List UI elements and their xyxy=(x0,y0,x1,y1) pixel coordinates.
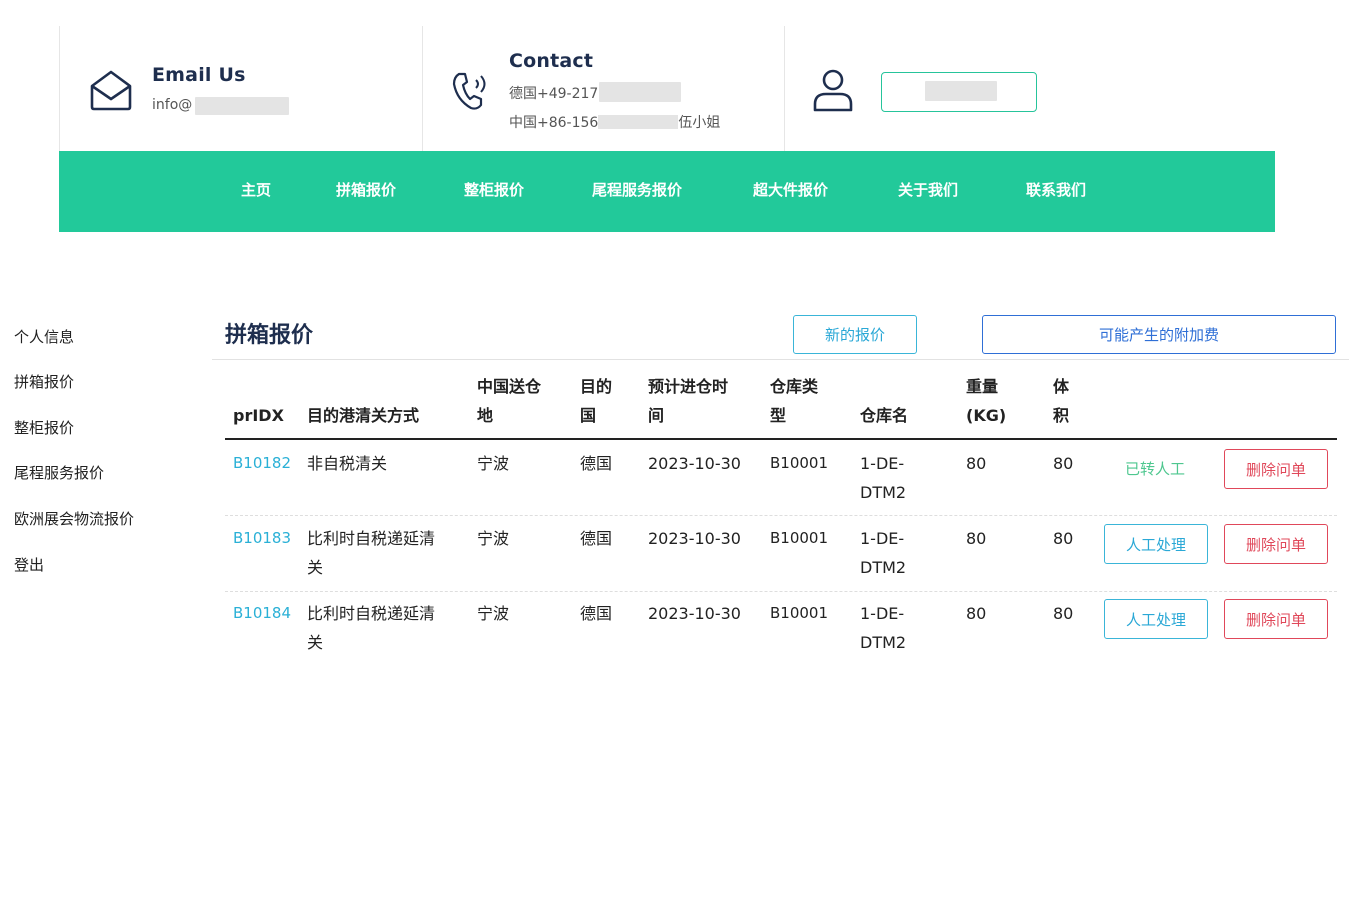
col-header-pridx: prIDX xyxy=(233,406,284,425)
surcharge-button[interactable]: 可能产生的附加费 xyxy=(982,315,1336,354)
user-block xyxy=(784,26,1275,151)
row-volume: 80 xyxy=(1053,529,1074,548)
sidebar-item-last-mile-quote[interactable]: 尾程服务报价 xyxy=(14,462,104,483)
row-warehouse-name: 1-DE- DTM2 xyxy=(860,454,907,502)
email-title: Email Us xyxy=(152,64,246,86)
col-header-warehouse-type: 仓库类型 xyxy=(770,377,819,425)
contact-phone-de: 德国+49-217 xyxy=(509,86,599,102)
sidebar-item-fcl-quote[interactable]: 整柜报价 xyxy=(14,417,74,438)
row-origin: 宁波 xyxy=(477,604,510,623)
contact-phone-cn: 中国+86-156 伍小姐 xyxy=(509,115,721,131)
account-button[interactable] xyxy=(881,72,1037,112)
col-header-warehouse-name: 仓库名 xyxy=(860,406,909,425)
row-eta: 2023-10-30 xyxy=(648,529,741,548)
main-nav: 主页 拼箱报价 整柜报价 尾程服务报价 超大件报价 关于我们 联系我们 xyxy=(59,151,1275,232)
nav-lcl-quote[interactable]: 拼箱报价 xyxy=(336,179,396,200)
email-address: info@ xyxy=(152,97,193,113)
col-header-volume: 体积 xyxy=(1053,377,1070,425)
phone-ringing-icon xyxy=(452,72,486,110)
row-warehouse-name: 1-DE- DTM2 xyxy=(860,604,907,652)
col-header-origin: 中国送仓地 xyxy=(477,377,542,425)
redacted-username xyxy=(925,81,997,101)
new-quote-button[interactable]: 新的报价 xyxy=(793,315,917,354)
row-volume: 80 xyxy=(1053,604,1074,623)
col-header-weight: 重量 (KG) xyxy=(966,377,1007,425)
manual-processing-button[interactable]: 人工处理 xyxy=(1104,599,1208,639)
redacted-email xyxy=(195,97,289,115)
col-header-destination: 目的国 xyxy=(580,377,613,425)
row-destination: 德国 xyxy=(580,529,613,548)
title-divider xyxy=(212,359,1349,360)
row-weight: 80 xyxy=(966,604,987,623)
row-divider xyxy=(225,515,1337,516)
row-clearance: 非自税清关 xyxy=(307,454,388,473)
row-warehouse-type: B10001 xyxy=(770,604,829,622)
row-clearance: 比利时自税递延清关 xyxy=(307,529,436,577)
row-pridx-link[interactable]: B10182 xyxy=(233,449,291,478)
row-destination: 德国 xyxy=(580,454,613,473)
sidebar-item-logout[interactable]: 登出 xyxy=(14,554,44,575)
row-weight: 80 xyxy=(966,454,987,473)
row-divider xyxy=(225,591,1337,592)
row-pridx-link[interactable]: B10184 xyxy=(233,599,291,628)
row-eta: 2023-10-30 xyxy=(648,454,741,473)
row-warehouse-name: 1-DE- DTM2 xyxy=(860,529,907,577)
table-header-rule xyxy=(225,438,1337,440)
col-header-clearance: 目的港清关方式 xyxy=(307,406,420,425)
row-pridx-link[interactable]: B10183 xyxy=(233,524,291,553)
page-title: 拼箱报价 xyxy=(225,323,314,348)
row-origin: 宁波 xyxy=(477,529,510,548)
row-clearance: 比利时自税递延清关 xyxy=(307,604,436,652)
nav-last-mile-quote[interactable]: 尾程服务报价 xyxy=(592,179,682,200)
row-origin: 宁波 xyxy=(477,454,510,473)
manual-processing-button[interactable]: 人工处理 xyxy=(1104,524,1208,564)
envelope-open-icon xyxy=(90,70,132,111)
nav-home[interactable]: 主页 xyxy=(241,179,271,200)
sidebar-item-lcl-quote[interactable]: 拼箱报价 xyxy=(14,371,74,392)
sidebar-item-profile[interactable]: 个人信息 xyxy=(14,326,74,347)
contact-block: Contact 德国+49-217 中国+86-156 伍小姐 xyxy=(422,26,784,151)
nav-about-us[interactable]: 关于我们 xyxy=(898,179,958,200)
col-header-eta: 预计进仓时间 xyxy=(648,377,729,425)
redacted-phone-cn xyxy=(598,115,679,129)
user-icon xyxy=(813,69,853,112)
delete-inquiry-button[interactable]: 删除问单 xyxy=(1224,599,1328,639)
row-destination: 德国 xyxy=(580,604,613,623)
contact-title: Contact xyxy=(509,50,594,72)
nav-oversize-quote[interactable]: 超大件报价 xyxy=(753,179,828,200)
email-block: Email Us info@ xyxy=(59,26,422,151)
nav-fcl-quote[interactable]: 整柜报价 xyxy=(464,179,524,200)
nav-contact-us[interactable]: 联系我们 xyxy=(1026,179,1086,200)
redacted-phone-de xyxy=(599,82,681,102)
delete-inquiry-button[interactable]: 删除问单 xyxy=(1224,524,1328,564)
row-warehouse-type: B10001 xyxy=(770,529,829,547)
delete-inquiry-button[interactable]: 删除问单 xyxy=(1224,449,1328,489)
row-status-transferred: 已转人工 xyxy=(1125,460,1186,478)
row-volume: 80 xyxy=(1053,454,1074,473)
row-eta: 2023-10-30 xyxy=(648,604,741,623)
sidebar-item-expo-logistics[interactable]: 欧洲展会物流报价 xyxy=(14,508,134,529)
row-warehouse-type: B10001 xyxy=(770,454,829,472)
row-weight: 80 xyxy=(966,529,987,548)
top-header: Email Us info@ Contact 德国+49-217 中国+86-1… xyxy=(59,26,1275,151)
